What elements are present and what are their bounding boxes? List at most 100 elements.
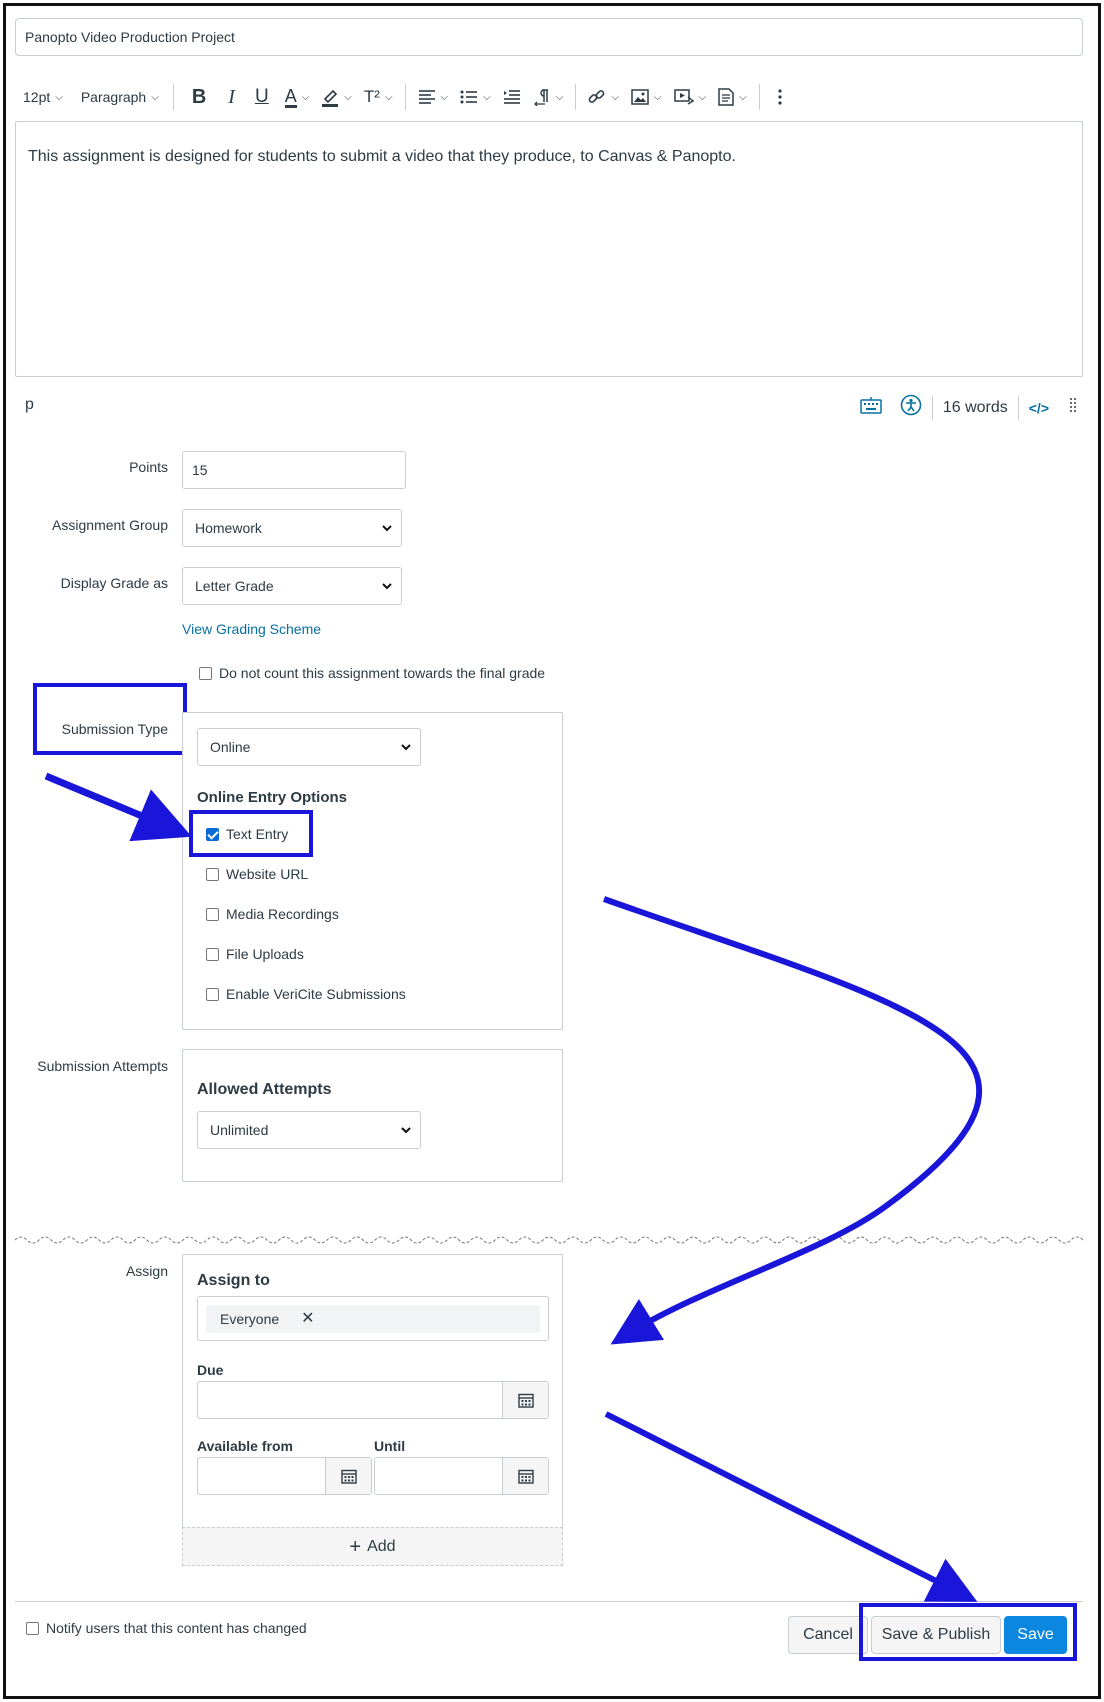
screenshot-cut-divider (15, 1236, 1083, 1244)
font-size-dropdown[interactable]: 12pt ⌵ (15, 79, 71, 115)
media-recordings-checkbox[interactable] (206, 907, 219, 921)
calendar-icon (517, 1469, 534, 1484)
superscript-button[interactable]: T² ⌵ (358, 79, 399, 115)
text-color-button[interactable]: A ⌵ (279, 79, 316, 115)
assignment-group-label: Assignment Group (52, 517, 168, 533)
submission-type-select[interactable]: Online (197, 728, 421, 766)
accessibility-checker-button[interactable] (900, 394, 922, 421)
file-uploads-checkbox[interactable] (206, 947, 219, 961)
image-button[interactable]: ⌵ (625, 79, 668, 115)
element-path[interactable]: p (25, 396, 34, 414)
toolbar-divider (172, 84, 174, 110)
editor-toolbar: 12pt ⌵ Paragraph ⌵ B I U A ⌵ ⌵ T² ⌵ ⌵ ⌵ … (15, 74, 1083, 120)
cancel-button[interactable]: Cancel (788, 1616, 868, 1654)
list-button[interactable]: ⌵ (454, 79, 497, 115)
underline-icon: U (254, 86, 269, 107)
assign-to-input[interactable]: Everyone ✕ (197, 1296, 549, 1341)
do-not-count-row[interactable]: Do not count this assignment towards the… (199, 665, 545, 681)
online-option-label: Enable VeriCite Submissions (226, 986, 406, 1002)
available-from-input[interactable] (197, 1457, 372, 1495)
assignment-group-value: Homework (195, 520, 262, 536)
status-divider (931, 395, 933, 420)
keyboard-shortcuts-button[interactable] (860, 396, 882, 419)
text-direction-button[interactable]: ⌵ (527, 79, 570, 115)
indent-button[interactable] (497, 79, 527, 115)
highlight-color-button[interactable]: ⌵ (315, 79, 358, 115)
points-input[interactable]: 15 (182, 451, 406, 489)
resize-handle-icon[interactable] (1069, 397, 1077, 418)
html-editor-toggle[interactable]: </> (1029, 400, 1049, 416)
chevron-down-icon: ⌵ (653, 91, 662, 103)
chevron-down-icon: ⌵ (698, 91, 707, 103)
underline-button[interactable]: U (245, 79, 279, 115)
block-format-value: Paragraph (80, 89, 147, 105)
chevron-down-icon (382, 525, 392, 532)
online-option-label: Website URL (226, 866, 309, 882)
notify-users-checkbox[interactable] (26, 1621, 39, 1635)
keyboard-icon (860, 397, 882, 414)
due-label: Due (197, 1362, 224, 1378)
toolbar-divider (575, 84, 577, 110)
text-entry-checkbox[interactable] (206, 827, 219, 841)
chevron-down-icon (401, 1127, 411, 1134)
plus-icon: + (349, 1535, 362, 1558)
submission-type-value: Online (210, 739, 251, 755)
footer-divider (15, 1601, 1083, 1602)
allowed-attempts-select[interactable]: Unlimited (197, 1111, 421, 1149)
assignment-title-input[interactable]: Panopto Video Production Project (15, 18, 1083, 56)
assignee-chip[interactable]: Everyone ✕ (206, 1305, 540, 1333)
chevron-down-icon: ⌵ (301, 91, 310, 103)
notify-users-row[interactable]: Notify users that this content has chang… (26, 1620, 307, 1636)
bold-button[interactable]: B (180, 79, 218, 115)
accessibility-icon (900, 394, 922, 416)
link-button[interactable]: ⌵ (582, 79, 625, 115)
close-icon[interactable]: ✕ (301, 1301, 314, 1337)
media-button[interactable]: ⌵ (668, 79, 713, 115)
arrow-to-text-entry (44, 772, 192, 842)
website-url-checkbox[interactable] (206, 867, 219, 881)
arrow-to-save-buttons (604, 1411, 978, 1602)
until-calendar-button[interactable] (502, 1458, 548, 1494)
align-button[interactable]: ⌵ (412, 79, 455, 115)
display-grade-select[interactable]: Letter Grade (182, 567, 402, 605)
notify-users-label: Notify users that this content has chang… (46, 1620, 307, 1636)
status-divider (1017, 395, 1019, 420)
submission-type-label: Submission Type (61, 721, 168, 737)
vericite-checkbox[interactable] (206, 987, 219, 1001)
indent-icon (503, 89, 521, 105)
allowed-attempts-title: Allowed Attempts (197, 1081, 332, 1098)
superscript-icon: T² (363, 87, 380, 106)
document-button[interactable]: ⌵ (712, 79, 753, 115)
due-date-input[interactable] (197, 1381, 549, 1419)
available-from-calendar-button[interactable] (325, 1458, 371, 1494)
rich-content-editor[interactable]: This assignment is designed for students… (15, 121, 1083, 377)
online-option-row[interactable]: Website URL (206, 866, 308, 882)
add-label: Add (367, 1537, 396, 1555)
assignment-group-select[interactable]: Homework (182, 509, 402, 547)
chevron-down-icon: ⌵ (555, 91, 564, 103)
link-icon (588, 88, 606, 106)
add-assignment-override-button[interactable]: + Add (182, 1527, 563, 1566)
online-option-row[interactable]: Enable VeriCite Submissions (206, 986, 406, 1002)
italic-button[interactable]: I (218, 79, 245, 115)
document-icon (718, 88, 734, 106)
due-calendar-button[interactable] (502, 1382, 548, 1418)
font-size-value: 12pt (23, 89, 51, 105)
block-format-dropdown[interactable]: Paragraph ⌵ (73, 79, 167, 115)
calendar-icon (340, 1469, 357, 1484)
online-option-row[interactable]: Media Recordings (206, 906, 339, 922)
more-options-button[interactable] (766, 79, 794, 115)
do-not-count-checkbox[interactable] (199, 666, 212, 680)
submission-type-highlight-box (33, 683, 187, 755)
bold-icon: B (191, 85, 207, 108)
calendar-icon (517, 1393, 534, 1408)
online-option-label: Media Recordings (226, 906, 339, 922)
save-button[interactable]: Save (1004, 1616, 1067, 1654)
online-option-row[interactable]: Text Entry (206, 826, 288, 842)
save-and-publish-button[interactable]: Save & Publish (871, 1616, 1001, 1654)
until-input[interactable] (374, 1457, 549, 1495)
online-option-row[interactable]: File Uploads (206, 946, 304, 962)
view-grading-scheme-link[interactable]: View Grading Scheme (182, 621, 321, 637)
align-left-icon (418, 89, 436, 105)
arrow-to-assign-section (602, 896, 982, 1345)
